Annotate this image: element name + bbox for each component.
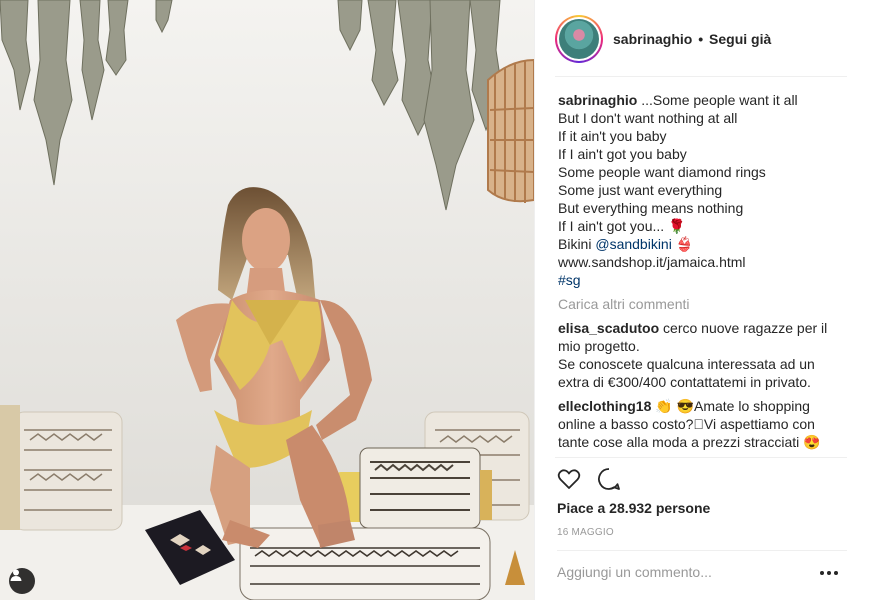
hashtag-link[interactable]: #sg bbox=[558, 271, 848, 289]
photo-image bbox=[0, 0, 534, 600]
caption-url: www.sandshop.it/jamaica.html bbox=[558, 254, 746, 270]
caption-line: But I don't want nothing at all bbox=[558, 110, 738, 126]
actions-divider bbox=[555, 457, 847, 458]
heart-icon[interactable] bbox=[556, 466, 582, 492]
comment-text: Se conoscete qualcuna interessata ad un … bbox=[558, 356, 815, 390]
comment-item: elisa_scadutoo cerco nuove ragazze per i… bbox=[558, 319, 848, 391]
avatar[interactable] bbox=[555, 15, 603, 63]
caption-bikini-line: Bikini @sandbikini 👙 bbox=[558, 235, 848, 253]
header-username[interactable]: sabrinaghio bbox=[613, 31, 692, 47]
comment-item: elleclothing18 👏 😎Amate lo shopping onli… bbox=[558, 397, 848, 451]
header-separator: • bbox=[698, 31, 704, 47]
post-actions bbox=[556, 466, 622, 492]
add-comment-input[interactable] bbox=[557, 564, 767, 580]
follow-status-button[interactable]: Segui già bbox=[709, 31, 771, 47]
comment-username[interactable]: elisa_scadutoo bbox=[558, 320, 659, 336]
caption-line: Some people want diamond rings bbox=[558, 164, 766, 180]
likes-count[interactable]: Piace a 28.932 persone bbox=[557, 500, 710, 516]
caption-line: ...Some people want it all bbox=[641, 92, 798, 108]
caption-line: But everything means nothing bbox=[558, 200, 744, 216]
post-photo[interactable] bbox=[0, 0, 534, 600]
header-user-line: sabrinaghio • Segui già bbox=[613, 31, 771, 47]
header-divider bbox=[555, 76, 847, 77]
caption-username[interactable]: sabrinaghio bbox=[558, 92, 637, 108]
caption-bikini-prefix: Bikini bbox=[558, 236, 592, 252]
post-header: sabrinaghio • Segui già bbox=[555, 13, 851, 65]
load-more-comments-button[interactable]: Carica altri commenti bbox=[558, 295, 848, 313]
more-options-icon[interactable] bbox=[820, 567, 842, 579]
post-caption: sabrinaghio ...Some people want it all B… bbox=[558, 91, 848, 289]
caption-line: If I ain't got you... 🌹 bbox=[558, 218, 686, 234]
caption-line: If it ain't you baby bbox=[558, 128, 667, 144]
comment-username[interactable]: elleclothing18 bbox=[558, 398, 651, 414]
caption-line: Some just want everything bbox=[558, 182, 723, 198]
add-comment-divider bbox=[557, 550, 847, 551]
post-date[interactable]: 16 MAGGIO bbox=[557, 527, 614, 538]
caption-line: If I ain't got you baby bbox=[558, 146, 687, 162]
bikini-emoji: 👙 bbox=[675, 236, 694, 252]
mention-link[interactable]: @sandbikini bbox=[595, 236, 671, 252]
comments-list[interactable]: sabrinaghio ...Some people want it all B… bbox=[558, 91, 848, 455]
person-tag-icon[interactable] bbox=[9, 568, 35, 594]
speech-bubble-icon[interactable] bbox=[596, 466, 622, 492]
